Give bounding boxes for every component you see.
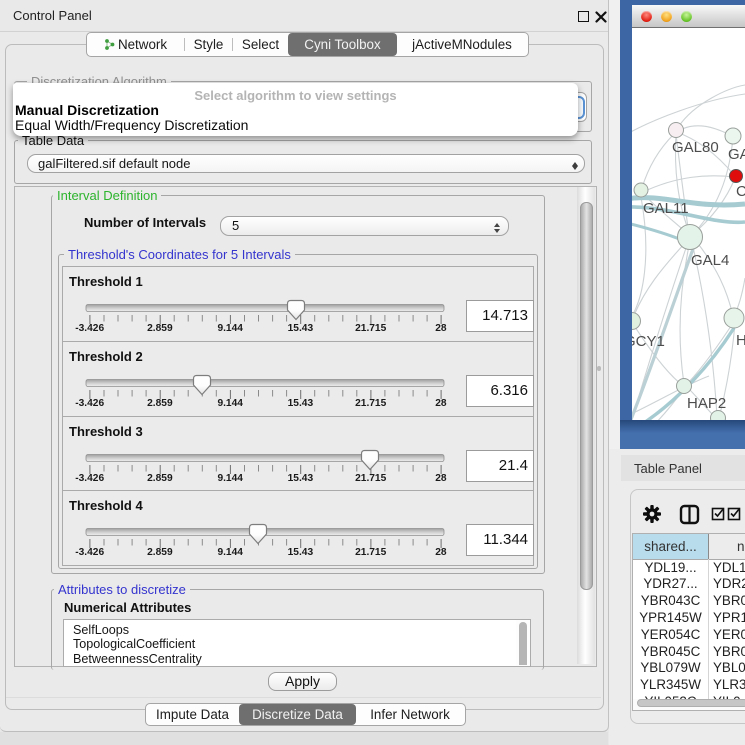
- svg-text:15.43: 15.43: [288, 473, 314, 484]
- svg-text:H: H: [736, 332, 745, 349]
- svg-text:28: 28: [435, 323, 447, 334]
- svg-text:9.144: 9.144: [217, 473, 243, 484]
- svg-text:GAL80: GAL80: [672, 139, 719, 156]
- svg-text:15.43: 15.43: [288, 547, 314, 558]
- svg-text:28: 28: [435, 473, 447, 484]
- svg-text:9.144: 9.144: [217, 547, 243, 558]
- svg-text:9.144: 9.144: [217, 323, 243, 334]
- svg-text:2.859: 2.859: [147, 323, 173, 334]
- svg-text:GCY1: GCY1: [632, 333, 665, 350]
- svg-text:15.43: 15.43: [288, 398, 314, 409]
- svg-text:-3.426: -3.426: [75, 473, 104, 484]
- svg-text:21.715: 21.715: [355, 323, 386, 334]
- svg-text:GA: GA: [728, 146, 745, 163]
- svg-text:21.715: 21.715: [355, 547, 386, 558]
- svg-text:HAP2: HAP2: [687, 395, 726, 412]
- svg-text:2.859: 2.859: [147, 547, 173, 558]
- svg-text:C: C: [736, 183, 745, 200]
- svg-text:-3.426: -3.426: [75, 398, 104, 409]
- svg-text:15.43: 15.43: [288, 323, 314, 334]
- svg-text:9.144: 9.144: [217, 398, 243, 409]
- svg-text:28: 28: [435, 547, 447, 558]
- svg-text:GAL11: GAL11: [643, 200, 689, 217]
- svg-text:-3.426: -3.426: [75, 323, 104, 334]
- svg-text:21.715: 21.715: [355, 473, 386, 484]
- svg-text:2.859: 2.859: [147, 398, 173, 409]
- svg-text:2.859: 2.859: [147, 473, 173, 484]
- svg-text:GAL4: GAL4: [691, 252, 729, 269]
- svg-text:21.715: 21.715: [355, 398, 386, 409]
- svg-text:28: 28: [435, 398, 447, 409]
- svg-text:-3.426: -3.426: [75, 547, 104, 558]
